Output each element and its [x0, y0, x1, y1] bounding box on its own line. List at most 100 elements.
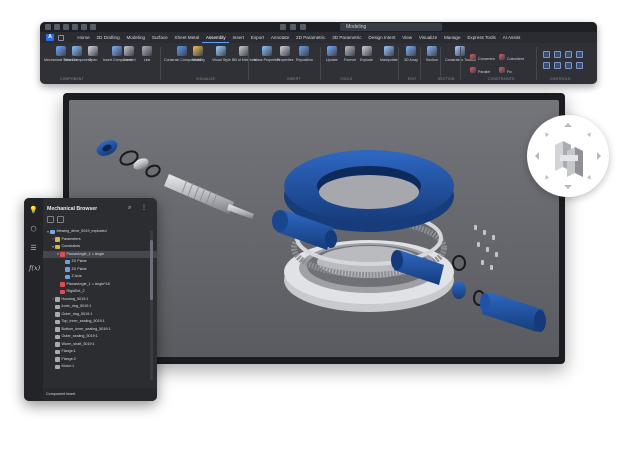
3d-array-button[interactable]: 3D Array [404, 46, 418, 62]
motor[interactable] [480, 292, 546, 332]
group-separator [248, 47, 249, 80]
properties-button[interactable]: Properties [277, 46, 293, 62]
new-component-button[interactable]: New Component [64, 46, 91, 62]
section-button[interactable]: Section [426, 46, 438, 62]
worm-shaft[interactable] [164, 174, 254, 219]
control-toggle-icon[interactable] [565, 51, 572, 58]
search-command-icon[interactable] [58, 34, 64, 41]
tab-manage[interactable]: Manage [441, 33, 464, 43]
tree-item[interactable]: ▾ Constraints [43, 243, 157, 251]
reposition-button[interactable]: Reposition [296, 46, 313, 62]
tree-item[interactable]: Outer_sealing_5019:1 [43, 333, 157, 341]
more-options-icon[interactable]: ⋮ [141, 204, 147, 211]
tree-item[interactable]: ▾ PlanarAngle_1 = Angle [43, 250, 157, 258]
link-button[interactable]: Link [142, 46, 152, 62]
open-button[interactable]: Open [88, 46, 98, 62]
tab-2d-drafting[interactable]: 2D Drafting [93, 33, 123, 43]
window-menu-icon[interactable] [45, 24, 51, 30]
tree-item[interactable]: RigidSet_2 [43, 288, 157, 296]
tab-annotate[interactable]: Annotate [267, 33, 292, 43]
tree-item-label: Flange:2 [61, 356, 76, 361]
undo-icon[interactable] [81, 24, 87, 30]
forever-button[interactable]: Forever [344, 46, 356, 62]
bill-of-materials-button[interactable]: Bill of Materials [232, 46, 256, 62]
tree-item[interactable]: Flange:2 [43, 356, 157, 364]
control-toggle-icon[interactable] [543, 62, 550, 69]
control-toggle-icon[interactable] [554, 62, 561, 69]
workspace-icon[interactable] [280, 24, 286, 30]
parallel-button[interactable]: Parallel [470, 60, 490, 78]
tree-icon[interactable]: ☰ [29, 244, 38, 253]
manipulate-button[interactable]: Manipulate [380, 46, 398, 62]
tree-item[interactable]: Top_inner_sealing_5019:1 [43, 318, 157, 326]
viewcube[interactable] [527, 115, 609, 197]
cube-icon[interactable]: ⬡ [29, 225, 38, 234]
seal-ring[interactable] [145, 164, 162, 179]
bolts[interactable] [474, 225, 498, 270]
tree-item[interactable]: PlanarAngle_1 = Angle*18 [43, 281, 157, 289]
tree-item[interactable]: ZX Plane [43, 258, 157, 266]
tree-item[interactable]: Z Axis [43, 273, 157, 281]
part-icon [55, 312, 60, 317]
fix-button[interactable]: Fix [499, 60, 512, 78]
convert-button[interactable]: Convert [123, 46, 136, 62]
function-icon[interactable]: f(x) [29, 264, 40, 273]
tree-item[interactable]: › Housing_5019:1 [43, 296, 157, 304]
save-icon[interactable] [72, 24, 78, 30]
new-file-icon[interactable] [54, 24, 60, 30]
right-flange[interactable] [452, 281, 466, 299]
tree-item[interactable]: Motor:1 [43, 363, 157, 371]
tree-item[interactable]: Flange:1 [43, 348, 157, 356]
lightbulb-icon[interactable]: 💡 [29, 206, 38, 215]
tab-2d-parametric[interactable]: 2D Parametric [293, 33, 329, 43]
properties-icon [280, 46, 291, 56]
tab-3d-parametric[interactable]: 3D Parametric [329, 33, 365, 43]
group-separator [536, 47, 537, 80]
left-flange[interactable] [94, 137, 120, 159]
tab-home[interactable]: Home [74, 33, 93, 43]
scroll-thumb[interactable] [150, 240, 153, 300]
control-toggle-icon[interactable] [576, 51, 583, 58]
visual-style-button[interactable]: Visual Style [212, 46, 231, 62]
tab-assembly[interactable]: Assembly [202, 33, 230, 43]
layout-icon[interactable] [290, 24, 296, 30]
panel-footer[interactable]: Component Insert [43, 388, 157, 401]
explode-button[interactable]: Explode [360, 46, 373, 62]
tab-design-intent[interactable]: Design Intent [365, 33, 399, 43]
control-toggle-icon[interactable] [543, 51, 550, 58]
panel-toolbar [47, 216, 64, 224]
tree-item[interactable]: Outer_ring_5019:1 [43, 311, 157, 319]
constrain-components-icon [177, 46, 188, 56]
tab-export[interactable]: Export [247, 33, 267, 43]
visibility-button[interactable]: Visibility [192, 46, 205, 62]
tree-item[interactable]: Inner_ring_5019:1 [43, 303, 157, 311]
view-icon[interactable] [300, 24, 306, 30]
redo-icon[interactable] [90, 24, 96, 30]
tab-sheet-metal[interactable]: Sheet Metal [171, 33, 202, 43]
tab-express-tools[interactable]: Express Tools [464, 33, 499, 43]
manipulate-icon [383, 46, 394, 56]
filter-icon[interactable] [47, 216, 54, 223]
tab-ai-assist[interactable]: AI Assist [499, 33, 523, 43]
search-icon[interactable]: ⌕ [128, 205, 131, 212]
small-seal[interactable] [452, 255, 466, 271]
open-file-icon[interactable] [63, 24, 69, 30]
tree-item[interactable]: ZX Plane [43, 266, 157, 274]
tab-insert[interactable]: Insert [229, 33, 247, 43]
tree-item-label: PlanarAngle_1 = Angle [66, 251, 105, 256]
tab-view[interactable]: View [399, 33, 416, 43]
control-toggle-icon[interactable] [554, 51, 561, 58]
update-button[interactable]: Update [326, 46, 338, 62]
tree-item[interactable]: Worm_shaft_5019:1 [43, 341, 157, 349]
control-toggle-icon[interactable] [576, 62, 583, 69]
application-button[interactable]: A [46, 34, 54, 41]
tree-item[interactable]: › Parameters [43, 236, 157, 244]
scrollbar[interactable] [150, 230, 153, 380]
tab-visualize[interactable]: Visualize [415, 33, 440, 43]
control-toggle-icon[interactable] [565, 62, 572, 69]
tab-surface[interactable]: Surface [149, 33, 172, 43]
tree-item[interactable]: ▾ Mewing_drive_5019_exploded [43, 228, 157, 236]
tab-modeling[interactable]: Modeling [123, 33, 148, 43]
tree-item[interactable]: Bottom_inner_sealing_5019:1 [43, 326, 157, 334]
settings-icon[interactable] [57, 216, 64, 223]
